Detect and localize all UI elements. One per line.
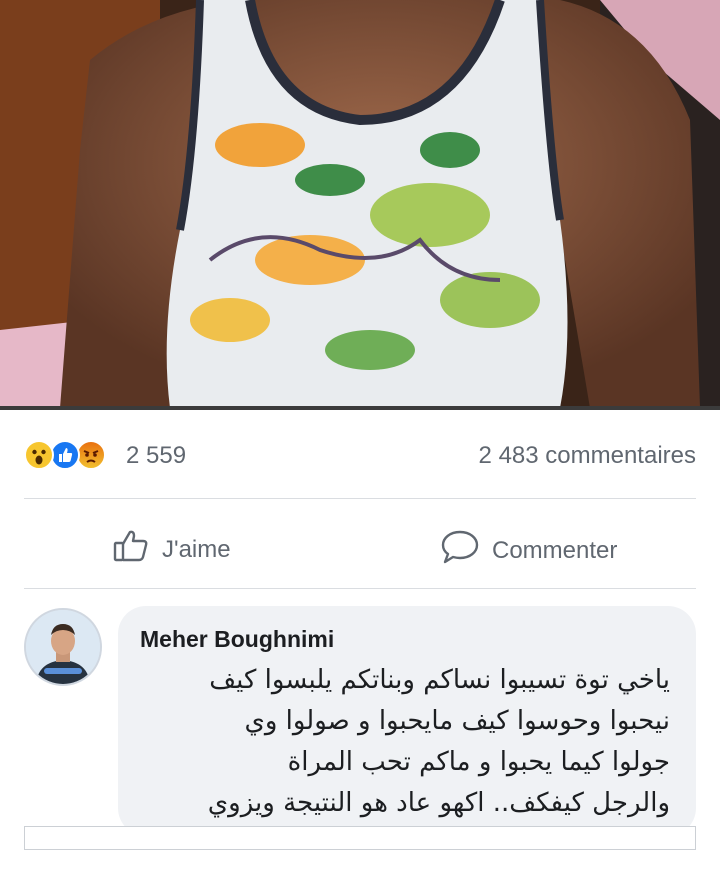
divider bbox=[24, 498, 696, 499]
divider bbox=[24, 588, 696, 589]
reaction-count[interactable]: 2 559 bbox=[126, 442, 186, 470]
comment-line: جولوا كيما يحبوا و ماكم تحب المراة bbox=[287, 747, 670, 777]
reply-input[interactable] bbox=[24, 826, 696, 850]
post-stats: 2 559 2 483 commentaires bbox=[0, 410, 720, 498]
angry-icon bbox=[76, 440, 106, 470]
like-label: J'aime bbox=[162, 535, 231, 563]
comment-author[interactable]: Meher Boughnimi bbox=[140, 626, 334, 653]
post-photo-image bbox=[0, 0, 720, 408]
bottom-edge bbox=[0, 867, 720, 877]
comment-line: نيحبوا وحوسوا كيف مايحبوا و صولوا وي bbox=[244, 706, 670, 736]
thumbs-up-icon bbox=[112, 528, 150, 571]
like-button[interactable]: J'aime bbox=[112, 528, 231, 571]
comment-button[interactable]: Commenter bbox=[440, 528, 617, 573]
wow-icon bbox=[24, 440, 54, 470]
comment-count[interactable]: 2 483 commentaires bbox=[479, 442, 696, 470]
avatar[interactable] bbox=[24, 608, 102, 686]
comment-line: ياخي توة تسيبوا نساكم وبناتكم يلبسوا كيف bbox=[209, 665, 670, 695]
post-photo[interactable] bbox=[0, 0, 720, 408]
comment-bubble: Meher Boughnimi ياخي توة تسيبوا نساكم وب… bbox=[118, 606, 696, 836]
comment-text: ياخي توة تسيبوا نساكم وبناتكم يلبسوا كيف… bbox=[130, 660, 670, 824]
comment-label: Commenter bbox=[492, 536, 618, 564]
comment-line: والرجل كيفكف.. اكهو عاد هو النتيجة ويزوي bbox=[207, 788, 670, 818]
post-actions: J'aime Commenter bbox=[0, 500, 720, 588]
speech-bubble-icon bbox=[440, 528, 480, 573]
like-icon bbox=[50, 440, 80, 470]
